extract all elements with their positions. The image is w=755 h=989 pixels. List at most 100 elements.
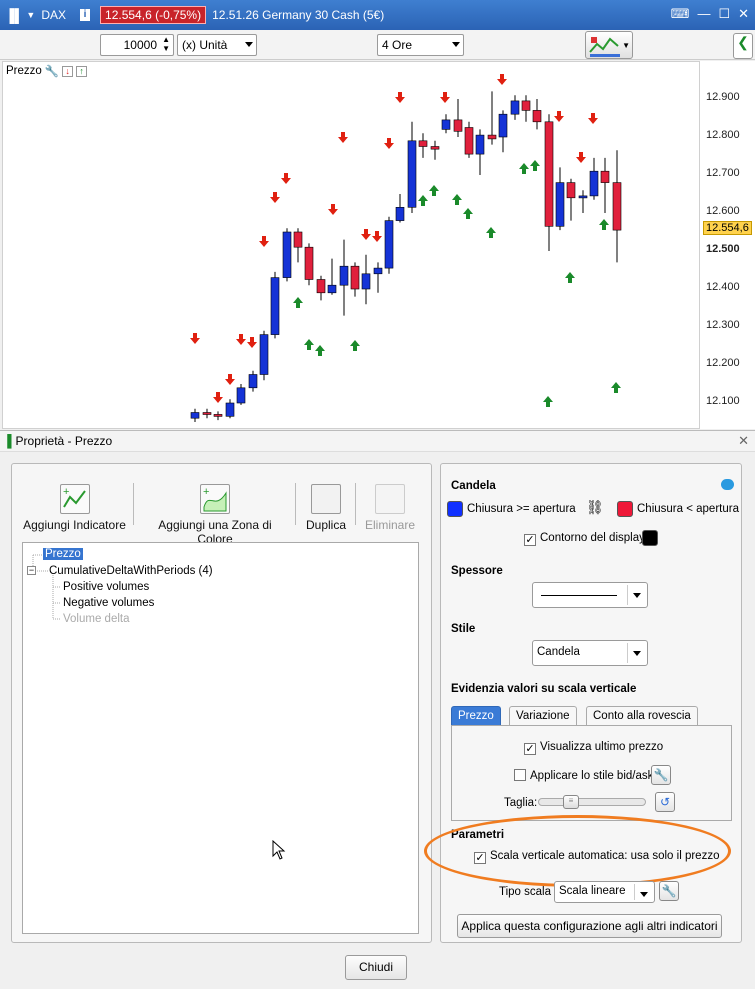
style-select[interactable]: Candela	[532, 640, 648, 666]
chart-legend-label: Prezzo	[6, 65, 42, 77]
chevron-down-icon[interactable]: ▼	[622, 41, 630, 50]
outline-color-swatch[interactable]	[642, 530, 658, 546]
side-panel-toggle[interactable]: ❮	[733, 33, 753, 59]
candle-down	[532, 110, 542, 123]
tab-prezzo[interactable]: Prezzo	[451, 706, 501, 726]
candle-up	[236, 387, 246, 404]
candle-up	[384, 220, 394, 269]
apply-to-others-button[interactable]: Applica questa configurazione agli altri…	[457, 914, 722, 938]
y-tick-label: 12.700	[706, 167, 740, 179]
tree-item-cumulative-delta[interactable]: CumulativeDeltaWithPeriods (4)	[49, 565, 213, 577]
thickness-line	[541, 595, 617, 596]
candle-up	[248, 374, 258, 389]
info-icon[interactable]: i	[80, 9, 91, 21]
buy-signal-arrow	[429, 185, 439, 196]
up-color-swatch[interactable]	[447, 501, 463, 517]
chevron-down-icon	[634, 884, 652, 900]
candle-up	[407, 140, 417, 208]
chevron-down-icon[interactable]: ▼	[26, 10, 35, 20]
indicator-tools-button[interactable]: ▼	[585, 31, 633, 59]
move-down-icon[interactable]: ↓	[62, 65, 74, 77]
price-badge: 12.554,6 (-0,75%)	[100, 6, 207, 24]
candle-up	[225, 402, 235, 417]
tab-variazione[interactable]: Variazione	[509, 706, 577, 726]
y-tick-label: 12.300	[706, 319, 740, 331]
wrench-icon[interactable]: 🔧	[45, 64, 59, 78]
candle-down	[213, 414, 223, 417]
scale-type-select[interactable]: Scala lineare	[554, 881, 655, 903]
tree-item-negative-volumes[interactable]: Negative volumes	[63, 597, 154, 609]
sell-signal-arrow	[361, 229, 371, 240]
timeframe-select[interactable]: 4 Ore	[377, 34, 464, 56]
close-button[interactable]: Chiudi	[345, 955, 407, 980]
duplicate-icon	[311, 484, 341, 514]
indicator-chart-icon	[589, 37, 620, 57]
sell-signal-arrow	[281, 173, 291, 184]
sell-signal-arrow	[225, 374, 235, 385]
outline-checkbox[interactable]: ✓ Contorno del display	[524, 532, 645, 546]
delete-button[interactable]: Eliminare	[362, 484, 418, 532]
tree-item-positive-volumes[interactable]: Positive volumes	[63, 581, 149, 593]
size-slider-handle[interactable]: ≡	[563, 795, 579, 809]
quantity-stepper[interactable]: 10000 ▲ ▼	[100, 34, 174, 56]
bidask-checkbox[interactable]: Applicare lo stile bid/ask	[514, 769, 653, 782]
sell-signal-arrow	[554, 111, 564, 122]
tree-item-volume-delta[interactable]: Volume delta	[63, 613, 130, 625]
expand-toggle-icon[interactable]: −	[27, 566, 36, 575]
sell-signal-arrow	[270, 192, 280, 203]
show-last-price-box[interactable]: ✓	[524, 743, 536, 755]
down-color-label: Chiusura < apertura	[637, 503, 739, 515]
reset-size-button[interactable]: ↺	[655, 792, 675, 812]
candle-down	[316, 279, 326, 294]
reset-icon: ↺	[659, 795, 671, 809]
y-tick-label: 12.200	[706, 357, 740, 369]
duplicate-button[interactable]: Duplica	[300, 484, 352, 532]
help-bubble-icon[interactable]	[721, 479, 734, 490]
buy-signal-arrow	[304, 339, 314, 350]
tree-item-prezzo[interactable]: Prezzo	[43, 548, 83, 560]
minimize-icon[interactable]: —	[697, 6, 710, 22]
tab-conto-alla-rovescia[interactable]: Conto alla rovescia	[586, 706, 698, 726]
price-chart[interactable]: Prezzo 🔧 ↓ ↑	[2, 61, 700, 429]
y-tick-label: 12.400	[706, 281, 740, 293]
scale-settings-button[interactable]: 🔧	[659, 881, 679, 901]
show-last-price-checkbox[interactable]: ✓ Visualizza ultimo prezzo	[524, 741, 663, 755]
candle-up	[395, 207, 405, 221]
style-value: Candela	[537, 646, 580, 658]
symbol-label[interactable]: DAX	[41, 8, 66, 22]
size-slider[interactable]	[538, 798, 646, 806]
thickness-select[interactable]	[532, 582, 648, 608]
sell-signal-arrow	[236, 334, 246, 345]
svg-text:+: +	[63, 486, 69, 498]
unit-select[interactable]: (x) Unità	[177, 34, 257, 56]
buy-signal-arrow	[315, 345, 325, 356]
candle-down	[430, 146, 440, 150]
stepper-arrows-icon[interactable]: ▲ ▼	[162, 35, 170, 53]
chart-type-icon[interactable]: ▐▌	[5, 8, 23, 23]
bidask-settings-button[interactable]: 🔧	[651, 765, 671, 785]
keyboard-icon[interactable]: ⌨	[671, 6, 690, 22]
sell-signal-arrow	[588, 113, 598, 124]
dialog-titlebar: ▐ Proprietà - Prezzo ✕	[0, 430, 755, 452]
quantity-value: 10000	[123, 38, 157, 52]
candle-up	[361, 273, 371, 290]
candle-down	[544, 121, 554, 227]
outline-checkbox-box[interactable]: ✓	[524, 534, 536, 546]
buy-signal-arrow	[543, 396, 553, 407]
bidask-box[interactable]	[514, 769, 526, 781]
sell-signal-arrow	[328, 204, 338, 215]
move-up-icon[interactable]: ↑	[76, 65, 88, 77]
stile-title: Stile	[451, 623, 476, 635]
sell-signal-arrow	[497, 74, 507, 85]
down-color-swatch[interactable]	[617, 501, 633, 517]
maximize-icon[interactable]: ☐	[718, 6, 730, 22]
add-indicator-button[interactable]: + Aggiungi Indicatore	[22, 484, 127, 532]
add-color-zone-button[interactable]: + Aggiungi una Zona di Colore	[145, 484, 285, 546]
chevron-down-icon	[245, 42, 253, 47]
candle-up	[282, 231, 292, 278]
close-icon[interactable]: ✕	[738, 6, 749, 22]
close-icon[interactable]: ✕	[738, 433, 749, 449]
toolbar-divider	[355, 483, 356, 525]
link-chain-icon[interactable]: ⛓	[586, 499, 604, 516]
buy-signal-arrow	[599, 219, 609, 230]
